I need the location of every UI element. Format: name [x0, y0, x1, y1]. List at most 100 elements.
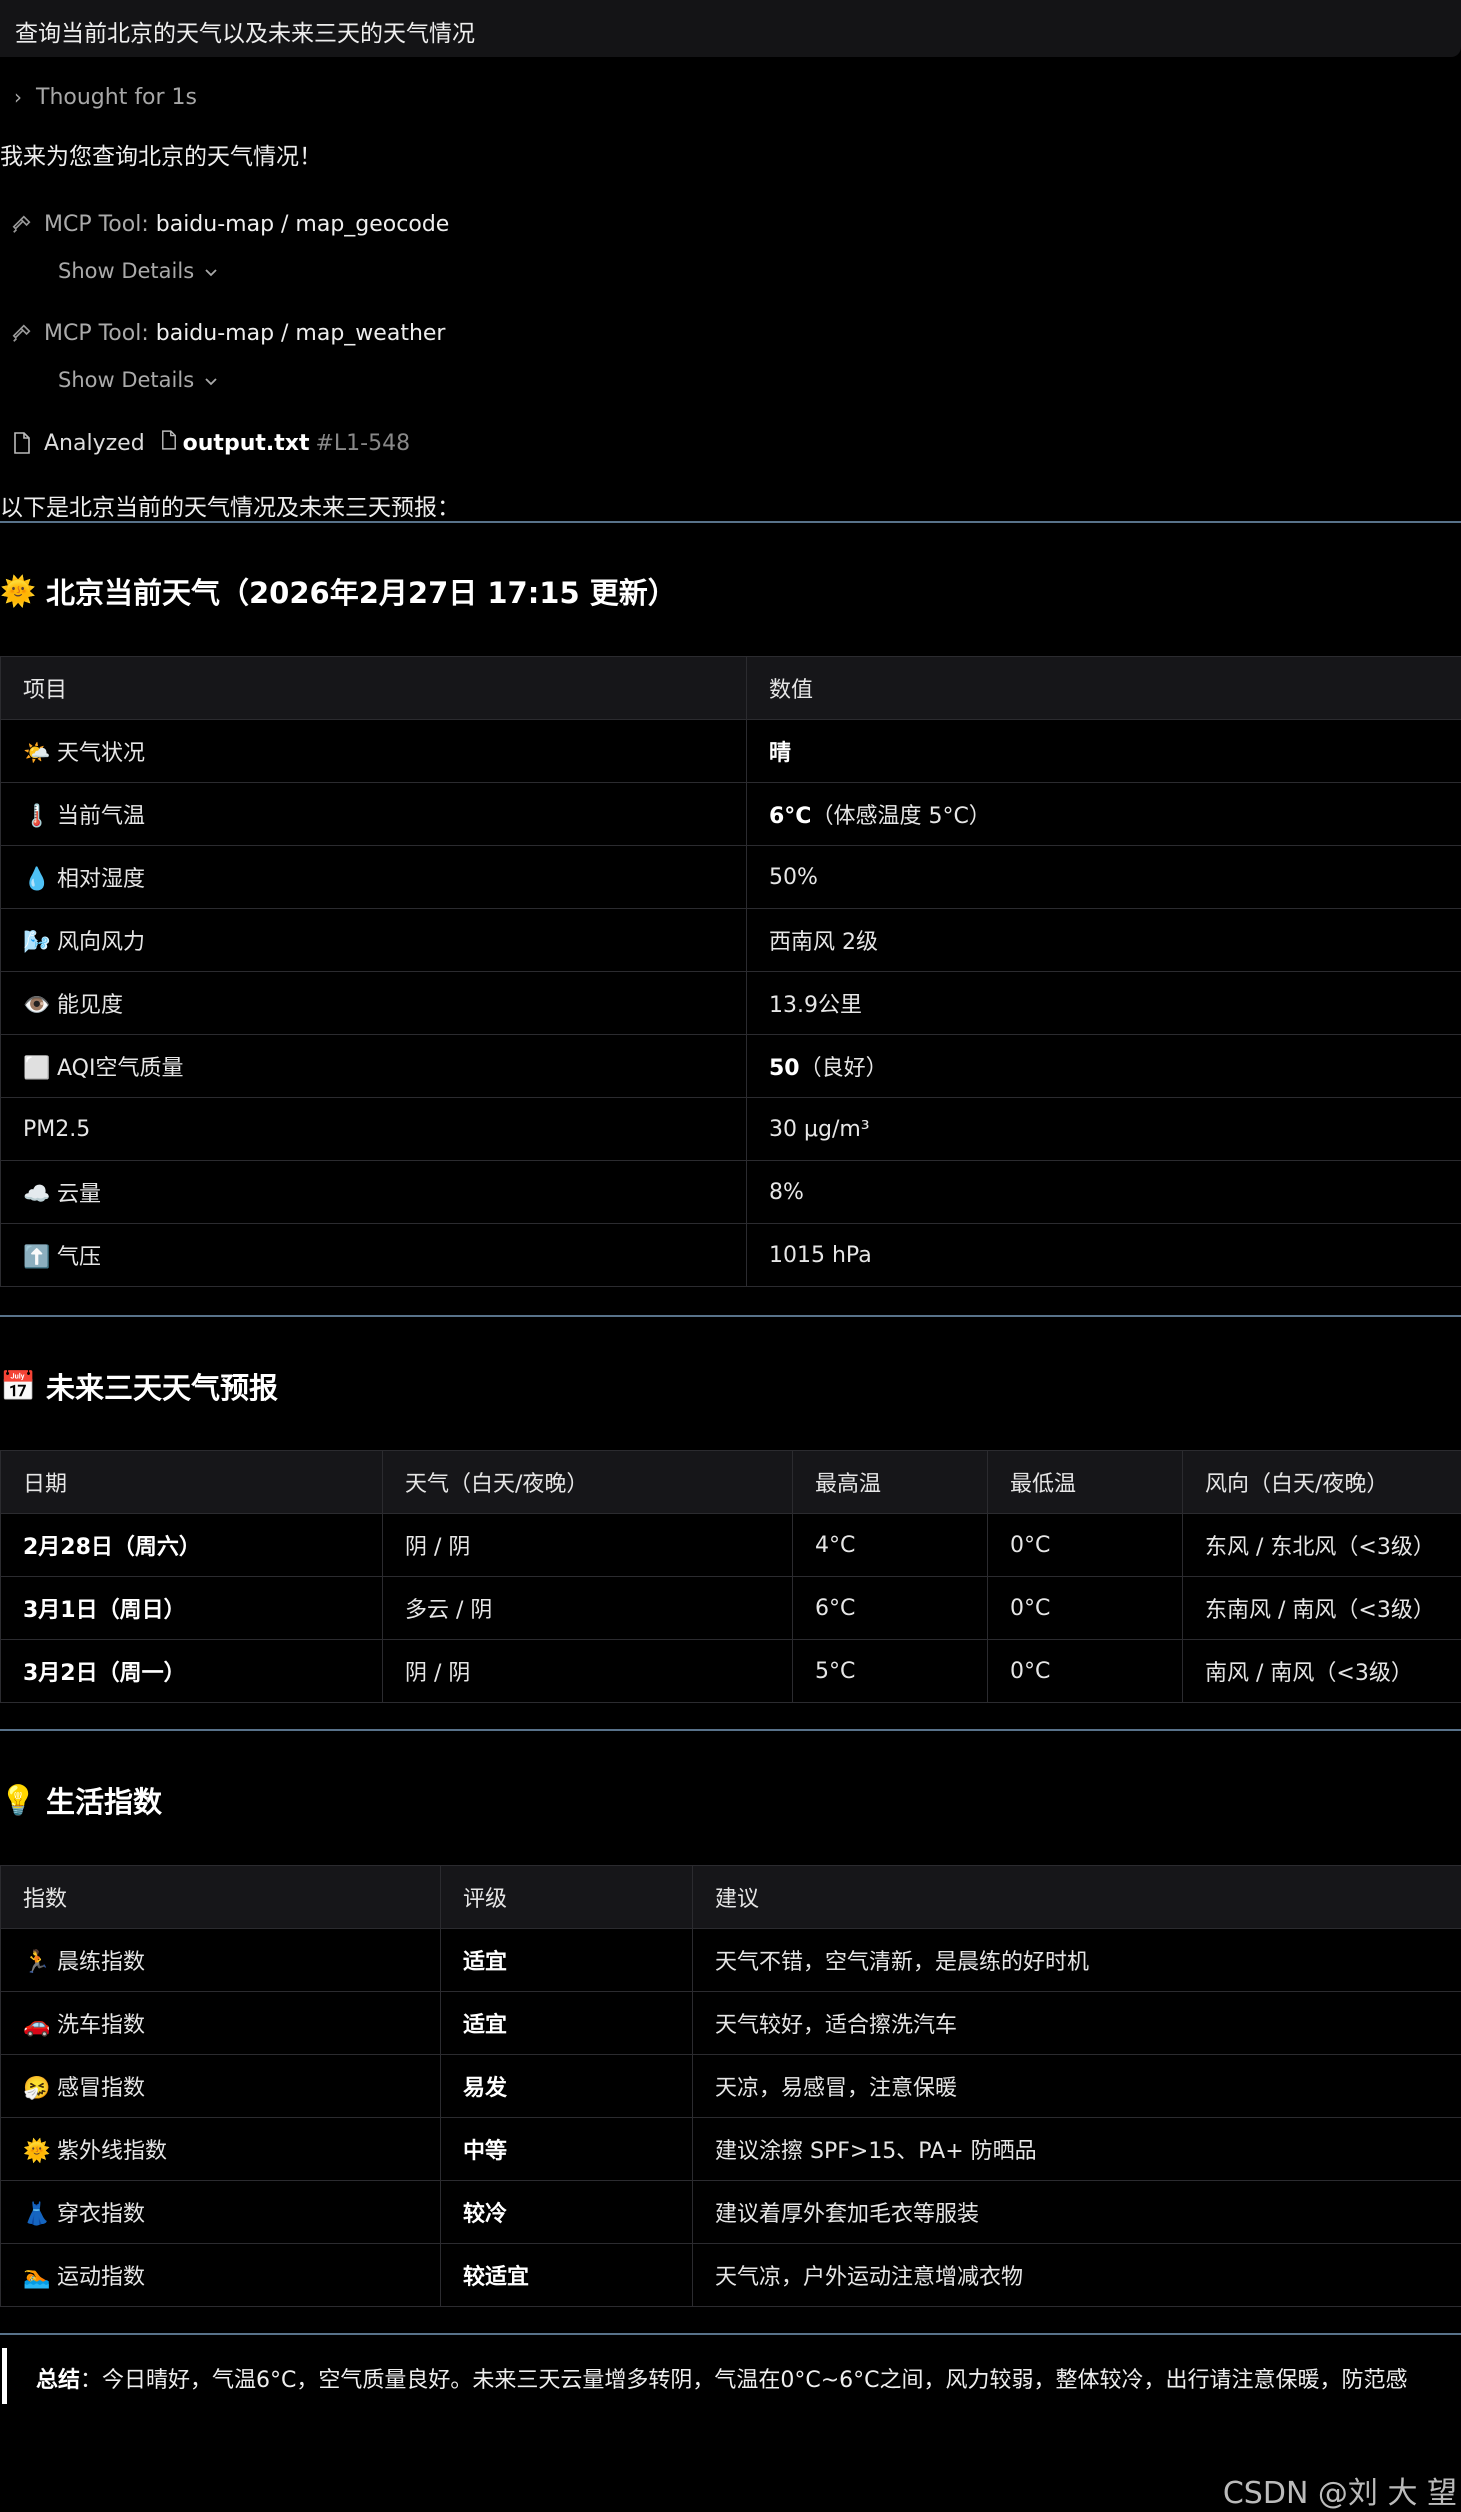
table-row: 👁️能见度 13.9公里 — [1, 972, 1461, 1035]
table-row: 🚗洗车指数适宜天气较好，适合擦洗汽车 — [1, 1992, 1461, 2055]
value-text: 30 μg/m³ — [769, 1117, 870, 1142]
heading-text: 生活指数 — [46, 1779, 162, 1821]
table-row: ⬜AQI空气质量50（良好） — [1, 1035, 1461, 1098]
column-header: 数值 — [747, 657, 1461, 720]
level-cell: 适宜 — [441, 1992, 693, 2055]
column-header: 天气（白天/夜晚） — [383, 1451, 793, 1514]
show-details-label: Show Details — [58, 368, 194, 392]
index-name: 紫外线指数 — [57, 2139, 167, 2164]
thought-label: Thought for 1s — [36, 85, 197, 110]
item-cell: PM2.5 — [1, 1098, 747, 1161]
high-temp-cell: 5°C — [793, 1640, 988, 1703]
item-emoji-icon: 👁️ — [23, 993, 49, 1018]
table-row: 🤧感冒指数易发天凉，易感冒，注意保暖 — [1, 2055, 1461, 2118]
item-cell: ⬜AQI空气质量 — [1, 1035, 747, 1098]
assistant-intro: 我来为您查询北京的天气情况！ — [0, 137, 322, 171]
value-cell: 晴 — [747, 720, 1461, 783]
advice-cell: 天凉，易感冒，注意保暖 — [693, 2055, 1461, 2118]
table-row: 🌡️当前气温6°C（体感温度 5°C） — [1, 783, 1461, 846]
low-temp-cell: 0°C — [988, 1577, 1183, 1640]
date-cell: 3月1日（周日） — [1, 1577, 383, 1640]
value-cell: 30 μg/m³ — [747, 1098, 1461, 1161]
low-temp-cell: 0°C — [988, 1640, 1183, 1703]
column-header: 风向（白天/夜晚） — [1183, 1451, 1461, 1514]
level-cell: 较冷 — [441, 2181, 693, 2244]
tool-prefix: MCP Tool: — [44, 321, 149, 346]
value-bold: 6°C — [769, 804, 811, 829]
column-header: 最低温 — [988, 1451, 1183, 1514]
value-text: 西南风 2级 — [769, 930, 878, 955]
chevron-down-icon — [204, 368, 218, 392]
column-header: 评级 — [441, 1866, 693, 1929]
analyzed-label: Analyzed — [44, 431, 145, 456]
index-name: 洗车指数 — [57, 2013, 145, 2038]
index-name-cell: 🏊运动指数 — [1, 2244, 441, 2307]
current-weather-table: 项目 数值 🌤️天气状况晴🌡️当前气温6°C（体感温度 5°C）💧相对湿度50%… — [0, 656, 1461, 1287]
column-header: 建议 — [693, 1866, 1461, 1929]
tool-name: baidu-map / map_geocode — [156, 212, 450, 237]
item-cell: ☁️ 云量 — [1, 1161, 747, 1224]
tool-name: baidu-map / map_weather — [156, 321, 446, 346]
item-cell: 👁️能见度 — [1, 972, 747, 1035]
weather-cell: 多云 / 阴 — [383, 1577, 793, 1640]
column-header: 项目 — [1, 657, 747, 720]
line-range: #L1-548 — [315, 431, 410, 456]
file-icon — [161, 430, 177, 456]
value-text: （良好） — [800, 1056, 888, 1081]
file-link[interactable]: output.txt #L1-548 — [161, 430, 410, 456]
watermark: CSDN @刘 大 望 — [1223, 2468, 1457, 2512]
table-row: 🏊运动指数较适宜天气凉，户外运动注意增减衣物 — [1, 2244, 1461, 2307]
current-weather-heading: 🌞 北京当前天气（2026年2月27日 17:15 更新） — [0, 569, 677, 613]
mcp-tool-call-1: MCP Tool: baidu-map / map_geocode — [0, 207, 449, 241]
level-cell: 适宜 — [441, 1929, 693, 1992]
value-cell: 6°C（体感温度 5°C） — [747, 783, 1461, 846]
quote-bar — [2, 2348, 7, 2404]
item-emoji-icon: 🌬️ — [23, 930, 49, 955]
value-cell: 西南风 2级 — [747, 909, 1461, 972]
summary-text: 总结：今日晴好，气温6°C，空气质量良好。未来三天云量增多转阴，气温在0°C~6… — [36, 2362, 1408, 2394]
column-header: 指数 — [1, 1866, 441, 1929]
item-emoji-icon: ⬆️ — [23, 1245, 49, 1270]
item-emoji-icon: 💧 — [23, 867, 49, 892]
index-name-cell: 🏃晨练指数 — [1, 1929, 441, 1992]
value-cell: 50（良好） — [747, 1035, 1461, 1098]
advice-cell: 天气较好，适合擦洗汽车 — [693, 1992, 1461, 2055]
index-emoji-icon: 🌞 — [23, 2139, 49, 2164]
table-row: 🌬️风向风力西南风 2级 — [1, 909, 1461, 972]
file-icon — [0, 432, 44, 454]
show-details-button-2[interactable]: Show Details — [58, 364, 218, 396]
item-emoji-icon: ☁️ — [23, 1182, 49, 1207]
table-header-row: 日期 天气（白天/夜晚） 最高温 最低温 风向（白天/夜晚） — [1, 1451, 1461, 1514]
item-emoji-icon: ⬜ — [23, 1056, 49, 1081]
item-emoji-icon: 🌤️ — [23, 741, 49, 766]
advice-cell: 天气凉，户外运动注意增减衣物 — [693, 2244, 1461, 2307]
calendar-icon: 📅 — [0, 1369, 36, 1404]
index-name-cell: 🌞 紫外线指数 — [1, 2118, 441, 2181]
lightbulb-icon: 💡 — [0, 1783, 36, 1818]
column-header: 最高温 — [793, 1451, 988, 1514]
date-cell: 3月2日（周一） — [1, 1640, 383, 1703]
thought-toggle[interactable]: › Thought for 1s — [0, 80, 197, 114]
item-label: 天气状况 — [57, 741, 145, 766]
date-cell: 2月28日（周六） — [1, 1514, 383, 1577]
table-row: 2月28日（周六）阴 / 阴4°C0°C东风 / 东北风（<3级） — [1, 1514, 1461, 1577]
table-row: ☁️ 云量 8% — [1, 1161, 1461, 1224]
wind-cell: 南风 / 南风（<3级） — [1183, 1640, 1461, 1703]
table-row: 🌞紫外线指数中等建议涂擦 SPF>15、PA+ 防晒品 — [1, 2118, 1461, 2181]
item-cell: 🌬️风向风力 — [1, 909, 747, 972]
item-label: 相对湿度 — [57, 867, 145, 892]
item-label: 云量 — [57, 1182, 101, 1207]
index-emoji-icon: 🤧 — [23, 2076, 49, 2101]
advice-cell: 建议涂擦 SPF>15、PA+ 防晒品 — [693, 2118, 1461, 2181]
value-text: 13.9公里 — [769, 993, 862, 1018]
forecast-table: 日期 天气（白天/夜晚） 最高温 最低温 风向（白天/夜晚） 2月28日（周六）… — [0, 1450, 1461, 1703]
table-row: PM2.5 30 μg/m³ — [1, 1098, 1461, 1161]
file-name: output.txt — [183, 431, 310, 456]
value-cell: 8% — [747, 1161, 1461, 1224]
index-name: 运动指数 — [57, 2265, 145, 2290]
item-cell: ⬆️气压 — [1, 1224, 747, 1287]
item-cell: 💧 相对湿度 — [1, 846, 747, 909]
show-details-button-1[interactable]: Show Details — [58, 255, 218, 287]
high-temp-cell: 6°C — [793, 1577, 988, 1640]
analyzed-file-row: Analyzed output.txt #L1-548 — [0, 426, 410, 460]
